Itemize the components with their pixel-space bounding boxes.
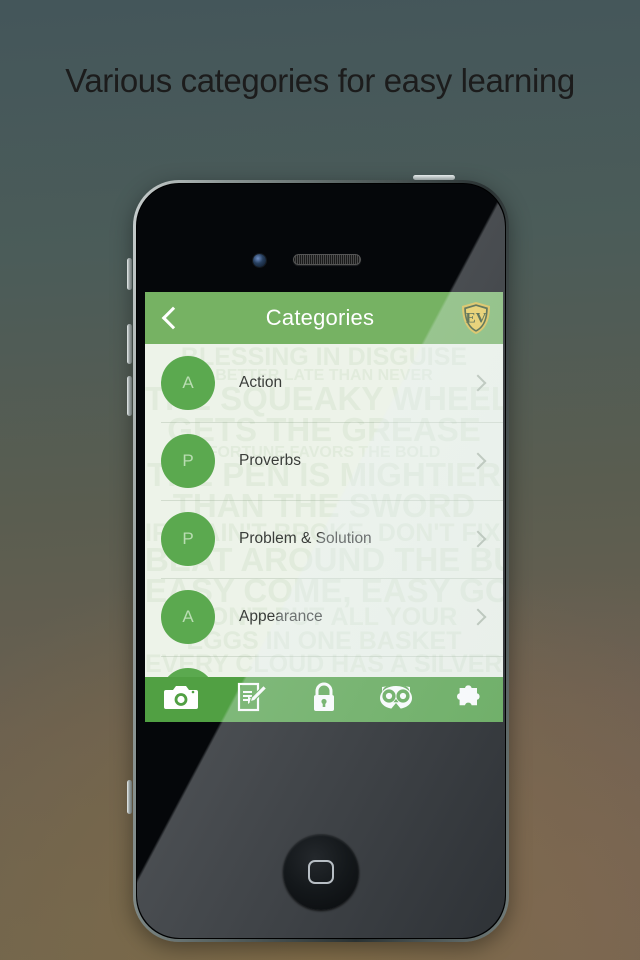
power-button[interactable] xyxy=(413,175,455,180)
list-item-label: Problem & Solution xyxy=(239,530,372,547)
page-title: Various categories for easy learning xyxy=(65,62,575,99)
list-item[interactable]: A Appearance xyxy=(145,578,503,656)
side-lower-button[interactable] xyxy=(127,780,132,814)
list-item[interactable]: B Body Parts xyxy=(145,656,503,677)
phone-device: Categories EV BLESSING IN DISGUISE BETTE… xyxy=(127,175,509,942)
category-rows: A Action P Proverbs P Problem & Solution xyxy=(145,344,503,677)
note-edit-icon xyxy=(237,682,268,717)
list-item-label: Action xyxy=(239,374,283,391)
avatar: B xyxy=(161,668,215,677)
lock-icon xyxy=(311,682,337,718)
back-chevron-icon[interactable] xyxy=(157,305,183,331)
list-item-label: Proverbs xyxy=(239,452,302,469)
navigation-bar: Categories EV xyxy=(145,292,503,344)
avatar: A xyxy=(161,356,215,410)
avatar: P xyxy=(161,434,215,488)
phone-front-face: Categories EV BLESSING IN DISGUISE BETTE… xyxy=(136,183,506,939)
chevron-right-icon xyxy=(471,610,485,624)
volume-down-button[interactable] xyxy=(127,376,132,416)
tab-notes[interactable] xyxy=(217,677,289,722)
svg-text:EV: EV xyxy=(466,311,487,327)
nav-title: Categories xyxy=(265,305,375,330)
list-item[interactable]: P Problem & Solution xyxy=(145,500,503,578)
ev-shield-logo-icon[interactable]: EV xyxy=(461,301,491,335)
list-item[interactable]: A Action xyxy=(145,344,503,422)
chevron-right-icon xyxy=(471,532,485,546)
tab-learn[interactable] xyxy=(360,677,432,722)
mute-switch[interactable] xyxy=(127,258,132,290)
front-camera-icon xyxy=(253,254,266,267)
chevron-right-icon xyxy=(471,376,485,390)
tab-camera[interactable] xyxy=(145,677,217,722)
home-button[interactable] xyxy=(283,834,359,910)
camera-icon xyxy=(163,684,198,716)
categories-list[interactable]: BLESSING IN DISGUISE BETTER LATE THAN NE… xyxy=(145,344,503,677)
earpiece-speaker-icon xyxy=(293,254,361,265)
list-item[interactable]: P Proverbs xyxy=(145,422,503,500)
volume-up-button[interactable] xyxy=(127,324,132,364)
app-screen: Categories EV BLESSING IN DISGUISE BETTE… xyxy=(145,292,503,722)
avatar: A xyxy=(161,590,215,644)
tab-bar xyxy=(145,677,503,722)
chevron-right-icon xyxy=(471,454,485,468)
puzzle-icon xyxy=(451,683,483,717)
owl-icon xyxy=(378,684,414,716)
tab-games[interactable] xyxy=(431,677,503,722)
avatar: P xyxy=(161,512,215,566)
list-item-label: Appearance xyxy=(239,608,323,625)
tab-locked[interactable] xyxy=(288,677,360,722)
home-square-icon xyxy=(308,860,334,884)
